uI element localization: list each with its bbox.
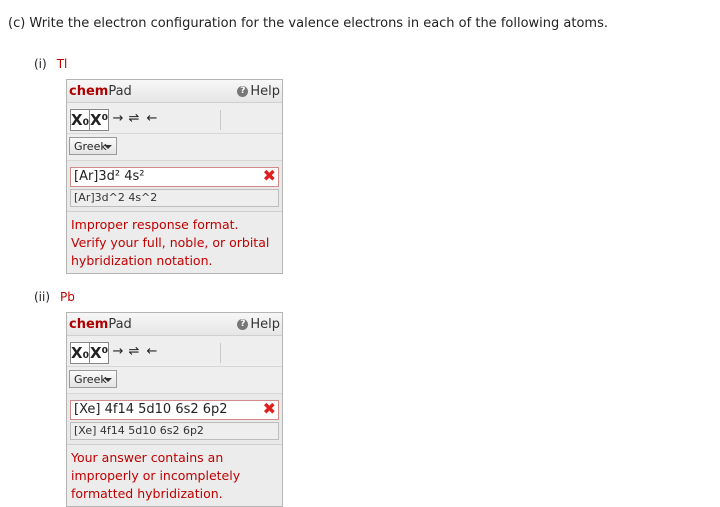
part-ii-label: (ii) Pb [34,290,75,304]
toolbar-divider [220,110,221,130]
reaction-arrow-button[interactable]: → [111,342,125,362]
answer-preview: [Xe] 4f14 5d10 6s2 6p2 [70,422,279,440]
equilibrium-arrow-button[interactable]: ⇌ [127,342,141,362]
left-arrow-button[interactable]: ← [145,342,159,362]
element-symbol: Pb [60,290,75,304]
left-arrow-button[interactable]: ← [145,109,159,129]
chempad-header: chemPad ? Help [67,313,282,336]
error-x-icon: ✖ [262,166,276,185]
greek-row: Greek [67,367,282,394]
greek-dropdown[interactable]: Greek [69,370,117,388]
greek-dropdown[interactable]: Greek [69,137,117,155]
equilibrium-arrow-button[interactable]: ⇌ [127,109,141,129]
part-label: (ii) [34,290,51,304]
answer-preview: [Ar]3d^2 4s^2 [70,189,279,207]
chempad-panel: chemPad ? Help X₀ X⁰ → ⇌ ← Greek [Xe] 4f1… [66,312,283,507]
reaction-arrow-button[interactable]: → [111,109,125,129]
feedback-message: Your answer contains an improperly or in… [67,445,282,506]
part-label: (i) [34,57,47,71]
subscript-button[interactable]: X₀ [70,342,90,364]
help-icon: ? [237,85,249,97]
toolbar-divider [220,343,221,363]
chempad-header: chemPad ? Help [67,80,282,103]
answer-area: [Xe] 4f14 5d10 6s2 6p2 ✖ [Xe] 4f14 5d10 6… [67,394,282,445]
chempad-toolbar: X₀ X⁰ → ⇌ ← [67,103,282,134]
superscript-button[interactable]: X⁰ [89,342,109,364]
superscript-button[interactable]: X⁰ [89,109,109,131]
answer-input[interactable]: [Ar]3d² 4s² ✖ [70,167,279,187]
question-text: (c) Write the electron configuration for… [8,16,608,31]
help-button[interactable]: ? Help [237,84,280,99]
error-x-icon: ✖ [262,399,276,418]
chempad-logo: chemPad [69,83,132,99]
chempad-panel: chemPad ? Help X₀ X⁰ → ⇌ ← Greek [Ar]3d² … [66,79,283,274]
chempad-toolbar: X₀ X⁰ → ⇌ ← [67,336,282,367]
feedback-message: Improper response format. Verify your fu… [67,212,282,273]
answer-input[interactable]: [Xe] 4f14 5d10 6s2 6p2 ✖ [70,400,279,420]
chevron-down-icon [104,145,112,149]
element-symbol: Tl [56,57,68,71]
chevron-down-icon [104,378,112,382]
part-i-label: (i) Tl [34,57,67,71]
greek-row: Greek [67,134,282,161]
answer-area: [Ar]3d² 4s² ✖ [Ar]3d^2 4s^2 [67,161,282,212]
chempad-logo: chemPad [69,316,132,332]
help-button[interactable]: ? Help [237,317,280,332]
subscript-button[interactable]: X₀ [70,109,90,131]
help-icon: ? [237,318,249,330]
